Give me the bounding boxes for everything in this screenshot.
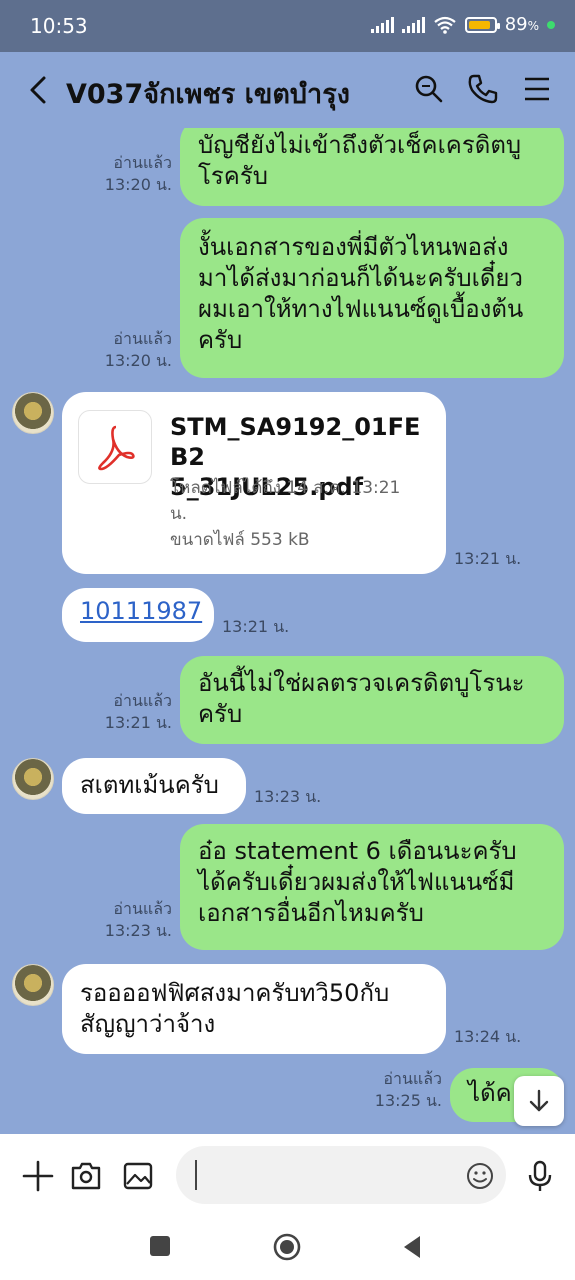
message-input-field[interactable] xyxy=(176,1146,506,1204)
message-meta: อ่านแล้ว 13:20 น. xyxy=(100,152,172,196)
recents-icon[interactable] xyxy=(150,1236,170,1256)
home-icon[interactable] xyxy=(272,1232,302,1262)
file-size: ขนาดไฟล์ 553 kB xyxy=(170,530,310,550)
file-download-info-cont: น. xyxy=(170,504,188,524)
wifi-icon xyxy=(434,16,456,34)
message-time: 13:20 น. xyxy=(104,175,172,194)
message-link[interactable]: 10111987 xyxy=(80,597,202,625)
search-icon[interactable] xyxy=(412,72,446,106)
message-input[interactable] xyxy=(196,1158,456,1192)
chat-area[interactable]: บัญชียังไม่เข้าถึงตัวเช็คเครดิตบู โรครับ… xyxy=(0,128,575,1134)
message-time: 13:21 น. xyxy=(222,617,290,636)
message-time: 13:24 น. xyxy=(454,1027,522,1046)
avatar[interactable] xyxy=(12,964,54,1006)
message-meta: อ่านแล้ว 13:20 น. xyxy=(100,328,172,372)
message-line: อันนี้ไม่ใช่ผลตรวจเครดิตบูโรนะ xyxy=(198,669,525,697)
outgoing-message[interactable]: อ๋อ statement 6 เดือนนะครับ ได้ครับเดี๋ย… xyxy=(180,824,564,950)
signal-icon xyxy=(370,16,394,33)
message-meta: อ่านแล้ว 13:23 น. xyxy=(100,898,172,942)
outgoing-message[interactable]: อันนี้ไม่ใช่ผลตรวจเครดิตบูโรนะ ครับ xyxy=(180,656,564,744)
image-icon[interactable] xyxy=(120,1158,156,1194)
status-bar: 10:53 89% xyxy=(0,0,575,52)
message-meta: อ่านแล้ว 13:21 น. xyxy=(100,690,172,734)
message-line: งั้นเอกสารของพี่มีตัวไหนพอส่ง xyxy=(198,233,509,261)
read-receipt: อ่านแล้ว xyxy=(113,329,172,348)
message-line: รออออฟฟิศสงมาครับทวิ50กับ xyxy=(80,979,390,1007)
battery-icon xyxy=(464,16,500,33)
incoming-message: 10111987 xyxy=(62,588,214,642)
mic-icon[interactable] xyxy=(522,1158,558,1194)
avatar[interactable] xyxy=(12,392,54,434)
read-receipt: อ่านแล้ว xyxy=(113,691,172,710)
message-line: โรครับ xyxy=(198,162,268,190)
camera-icon[interactable] xyxy=(68,1158,104,1194)
message-line: มาได้ส่งมาก่อนก็ได้นะครับเดี๋ยว xyxy=(198,264,523,292)
incoming-message[interactable]: รออออฟฟิศสงมาครับทวิ50กับ สัญญาว่าจ้าง xyxy=(62,964,446,1054)
back-nav-icon[interactable] xyxy=(400,1234,424,1260)
outgoing-message[interactable]: บัญชียังไม่เข้าถึงตัวเช็คเครดิตบู โรครับ xyxy=(180,128,564,206)
back-icon[interactable] xyxy=(22,70,56,110)
message-text: ได้ค xyxy=(468,1079,512,1107)
message-text: สเตทเม้นครับ xyxy=(80,771,219,799)
outgoing-message[interactable]: งั้นเอกสารของพี่มีตัวไหนพอส่ง มาได้ส่งมา… xyxy=(180,218,564,378)
message-line: เอกสารอื่นอีกไหมครับ xyxy=(198,899,424,927)
status-time: 10:53 xyxy=(30,14,88,38)
emoji-icon[interactable] xyxy=(466,1162,494,1190)
chat-header: V037จักเพชร เขตบำรุง xyxy=(0,52,575,128)
signal-icon-2 xyxy=(401,16,425,33)
file-download-info: โหลดไฟล์ได้ถึง 14 ส.ค. 13:21 xyxy=(170,478,401,498)
message-time: 13:21 น. xyxy=(454,549,522,568)
chat-title[interactable]: V037จักเพชร เขตบำรุง xyxy=(66,72,350,115)
scroll-down-button[interactable] xyxy=(514,1076,564,1126)
phone-icon[interactable] xyxy=(466,72,500,106)
message-line: อ๋อ statement 6 เดือนนะครับ xyxy=(198,837,517,865)
system-nav-bar xyxy=(0,1216,575,1280)
avatar[interactable] xyxy=(12,758,54,800)
message-line: ได้ครับเดี๋ยวผมส่งให้ไฟแนนซ์มี xyxy=(198,868,515,896)
privacy-dot xyxy=(547,20,555,29)
file-message[interactable]: STM_SA9192_01FEB2 5_31JUL25.pdf โหลดไฟล์… xyxy=(62,392,446,574)
message-line: ครับ xyxy=(198,700,243,728)
status-indicators: 89% xyxy=(370,14,555,35)
message-time: 13:21 น. xyxy=(104,713,172,732)
menu-icon[interactable] xyxy=(520,72,554,106)
file-name-line: STM_SA9192_01FEB2 xyxy=(170,413,421,471)
message-time: 13:23 น. xyxy=(104,921,172,940)
message-line: สัญญาว่าจ้าง xyxy=(80,1010,216,1038)
message-time: 13:20 น. xyxy=(104,351,172,370)
message-line: ครับ xyxy=(198,326,243,354)
message-line: ผมเอาให้ทางไฟแนนซ์ดูเบื้องต้น xyxy=(198,295,524,323)
message-time: 13:23 น. xyxy=(254,787,322,806)
message-line: บัญชียังไม่เข้าถึงตัวเช็คเครดิตบู xyxy=(198,131,522,159)
plus-icon[interactable] xyxy=(20,1158,56,1194)
message-time: 13:25 น. xyxy=(374,1091,442,1110)
read-receipt: อ่านแล้ว xyxy=(383,1069,442,1088)
read-receipt: อ่านแล้ว xyxy=(113,153,172,172)
message-meta: อ่านแล้ว 13:25 น. xyxy=(370,1068,442,1112)
incoming-message[interactable]: สเตทเม้นครับ xyxy=(62,758,246,814)
arrow-down-icon xyxy=(529,1089,549,1112)
input-bar xyxy=(0,1134,575,1216)
battery-percent: 89% xyxy=(504,14,539,35)
pdf-icon xyxy=(78,410,152,484)
read-receipt: อ่านแล้ว xyxy=(113,899,172,918)
